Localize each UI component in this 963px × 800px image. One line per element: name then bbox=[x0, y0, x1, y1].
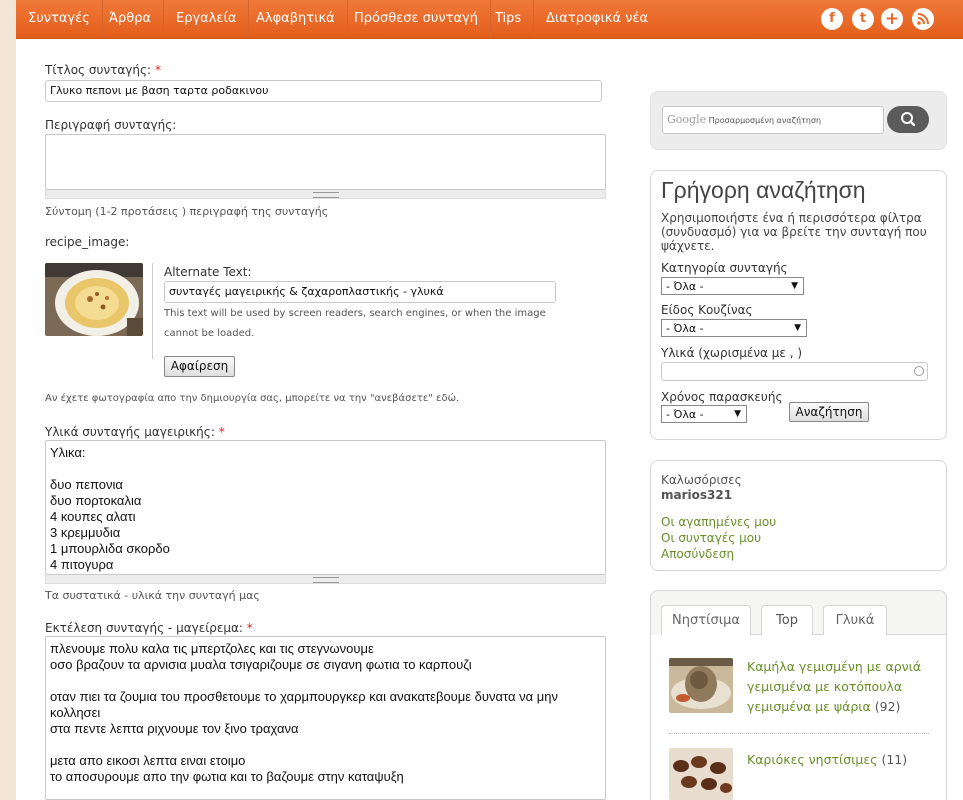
quick-search-box: Γρήγορη αναζήτηση Χρησιμοποιήστε ένα ή π… bbox=[650, 170, 947, 440]
search-icon bbox=[901, 112, 916, 127]
cuisine-select-value: - Όλα - bbox=[666, 322, 704, 335]
image-help: Αν έχετε φωτογραφία απο την δημιουργία σ… bbox=[45, 393, 460, 404]
ingredients-filter-input[interactable] bbox=[661, 362, 928, 381]
google-search-placeholder: Προσαρμοσμένη αναζήτηση bbox=[708, 116, 822, 125]
required-mark: * bbox=[154, 63, 161, 77]
alt-text-input[interactable]: συνταγές μαγειρικής & ζαχαροπλαστικής - … bbox=[164, 281, 556, 303]
main-navigation: Συνταγές Άρθρα Εργαλεία Αλφαβητικά Πρόσθ… bbox=[16, 0, 963, 39]
ingredients-help: Τα συστατικά - υλικά την συνταγή μας bbox=[45, 589, 260, 602]
category-select[interactable]: - Όλα - ▼ bbox=[661, 277, 804, 295]
method-textarea[interactable]: πλενουμε πολυ καλα τις μπερτζολες και τι… bbox=[45, 636, 606, 800]
top-item-thumbnail-1[interactable] bbox=[669, 658, 733, 713]
quick-search-description-1: Χρησιμοποιήστε ένα ή περισσότερα φίλτρα bbox=[661, 211, 922, 225]
recipe-thumbnail bbox=[45, 263, 143, 336]
title-label-text: Τίτλος συνταγής: bbox=[45, 63, 152, 77]
title-input[interactable]: Γλυκο πεπονι με βαση ταρτα ροδακινου bbox=[45, 80, 602, 102]
my-recipes-link[interactable]: Οι συνταγές μου bbox=[661, 531, 761, 545]
google-brand-text: Google bbox=[667, 113, 707, 126]
top-item-2-link[interactable]: Καριόκες νηστίσιμες (11) bbox=[747, 752, 907, 767]
username: marios321 bbox=[661, 488, 733, 502]
alt-text-label: Alternate Text: bbox=[164, 265, 252, 279]
alt-text-help-line-2: cannot be loaded. bbox=[164, 328, 255, 339]
nav-alphabetical[interactable]: Αλφαβητικά bbox=[244, 0, 348, 39]
rss-icon[interactable] bbox=[912, 8, 934, 30]
search-button[interactable] bbox=[887, 106, 929, 133]
method-label: Εκτέλεση συνταγής - μαγείρεμα: * bbox=[45, 621, 253, 635]
remove-image-button[interactable]: Αφαίρεση bbox=[164, 356, 235, 377]
title-label: Τίτλος συνταγής: * bbox=[45, 63, 161, 77]
top-item-1-line-1[interactable]: Καμήλα γεμισμένη με αρνιά bbox=[747, 659, 921, 674]
description-textarea[interactable] bbox=[45, 134, 606, 190]
ingredients-label-text: Υλικά συνταγής μαγειρικής: bbox=[45, 425, 215, 439]
image-label: recipe_image: bbox=[45, 235, 130, 249]
tab-top[interactable]: Top bbox=[761, 605, 813, 636]
top-item-2-count: (11) bbox=[881, 752, 908, 767]
item-separator bbox=[669, 733, 929, 734]
ingredients-filter-label: Υλικά (χωρισμένα με , ) bbox=[661, 346, 803, 360]
welcome-text: Καλωσόρισες bbox=[661, 473, 742, 487]
my-favorites-link[interactable]: Οι αγαπημένες μου bbox=[661, 515, 776, 529]
nav-tips[interactable]: Tips bbox=[483, 0, 535, 39]
description-help: Σύντομη (1-2 προτάσεις ) περιγραφή της σ… bbox=[45, 205, 329, 218]
required-mark: * bbox=[218, 425, 225, 439]
google-search-box: Google Προσαρμοσμένη αναζήτηση bbox=[650, 91, 947, 150]
nav-recipes[interactable]: Συνταγές bbox=[16, 0, 103, 39]
tab-fasting[interactable]: Νηστίσιμα bbox=[661, 605, 751, 635]
loading-circle-icon bbox=[914, 366, 924, 376]
user-box: Καλωσόρισες marios321 Οι αγαπημένες μου … bbox=[650, 460, 947, 571]
nav-nutrition-news[interactable]: Διατροφικά νέα bbox=[534, 0, 660, 39]
chevron-down-icon: ▼ bbox=[794, 323, 801, 333]
twitter-icon[interactable]: t bbox=[852, 8, 874, 30]
time-select-value: - Όλα - bbox=[666, 408, 704, 421]
quick-search-submit-button[interactable]: Αναζήτηση bbox=[789, 402, 869, 422]
quick-search-description-2: (συνδυασμό) για να βρείτε την συνταγή πο… bbox=[661, 225, 927, 239]
alt-text-help-line-1: This text will be used by screen readers… bbox=[164, 308, 546, 319]
time-select[interactable]: - Όλα - ▼ bbox=[661, 405, 747, 423]
top-item-2-text: Καριόκες νηστίσιμες bbox=[747, 752, 878, 767]
image-divider bbox=[152, 263, 153, 359]
google-search-input[interactable]: Google Προσαρμοσμένη αναζήτηση bbox=[662, 106, 884, 134]
description-resize-handle[interactable] bbox=[45, 190, 606, 199]
plus-icon[interactable]: + bbox=[881, 8, 903, 30]
description-label: Περιγραφή συνταγής: bbox=[45, 118, 177, 132]
chevron-down-icon: ▼ bbox=[791, 281, 798, 291]
nav-articles[interactable]: Άρθρα bbox=[97, 0, 165, 39]
quick-search-title: Γρήγορη αναζήτηση bbox=[661, 177, 866, 203]
ingredients-label: Υλικά συνταγής μαγειρικής: * bbox=[45, 425, 225, 439]
top-item-thumbnail-2[interactable] bbox=[669, 748, 733, 800]
method-label-text: Εκτέλεση συνταγής - μαγείρεμα: bbox=[45, 621, 243, 635]
top-item-1-count: (92) bbox=[874, 699, 901, 714]
ingredients-resize-handle[interactable] bbox=[45, 575, 606, 584]
cuisine-select[interactable]: - Όλα - ▼ bbox=[661, 319, 807, 337]
nav-add-recipe[interactable]: Πρόσθεσε συνταγή bbox=[342, 0, 491, 39]
quick-search-description-3: ψάχνετε. bbox=[661, 239, 715, 253]
chevron-down-icon: ▼ bbox=[734, 409, 741, 419]
cuisine-label: Είδος Κουζίνας bbox=[661, 303, 753, 317]
ingredients-textarea[interactable]: Υλικα: δυο πεπονια δυο πορτοκαλια 4 κουπ… bbox=[45, 440, 606, 575]
time-label: Χρόνος παρασκευής bbox=[661, 390, 783, 404]
nav-tools[interactable]: Εργαλεία bbox=[164, 0, 250, 39]
facebook-icon[interactable]: f bbox=[821, 8, 843, 30]
tab-sweets[interactable]: Γλυκά bbox=[823, 605, 887, 635]
logout-link[interactable]: Αποσύνδεση bbox=[661, 547, 734, 561]
category-label: Κατηγορία συνταγής bbox=[661, 261, 788, 275]
category-select-value: - Όλα - bbox=[666, 280, 704, 293]
top-item-1-line-3[interactable]: γεμισμένα με ψάρια (92) bbox=[747, 699, 900, 714]
page: Συνταγές Άρθρα Εργαλεία Αλφαβητικά Πρόσθ… bbox=[16, 0, 963, 800]
top-item-1-line-2[interactable]: γεμισμένα με κοτόπουλα bbox=[747, 679, 902, 694]
required-mark: * bbox=[246, 621, 253, 635]
top-item-1-line-3-text: γεμισμένα με ψάρια bbox=[747, 699, 871, 714]
